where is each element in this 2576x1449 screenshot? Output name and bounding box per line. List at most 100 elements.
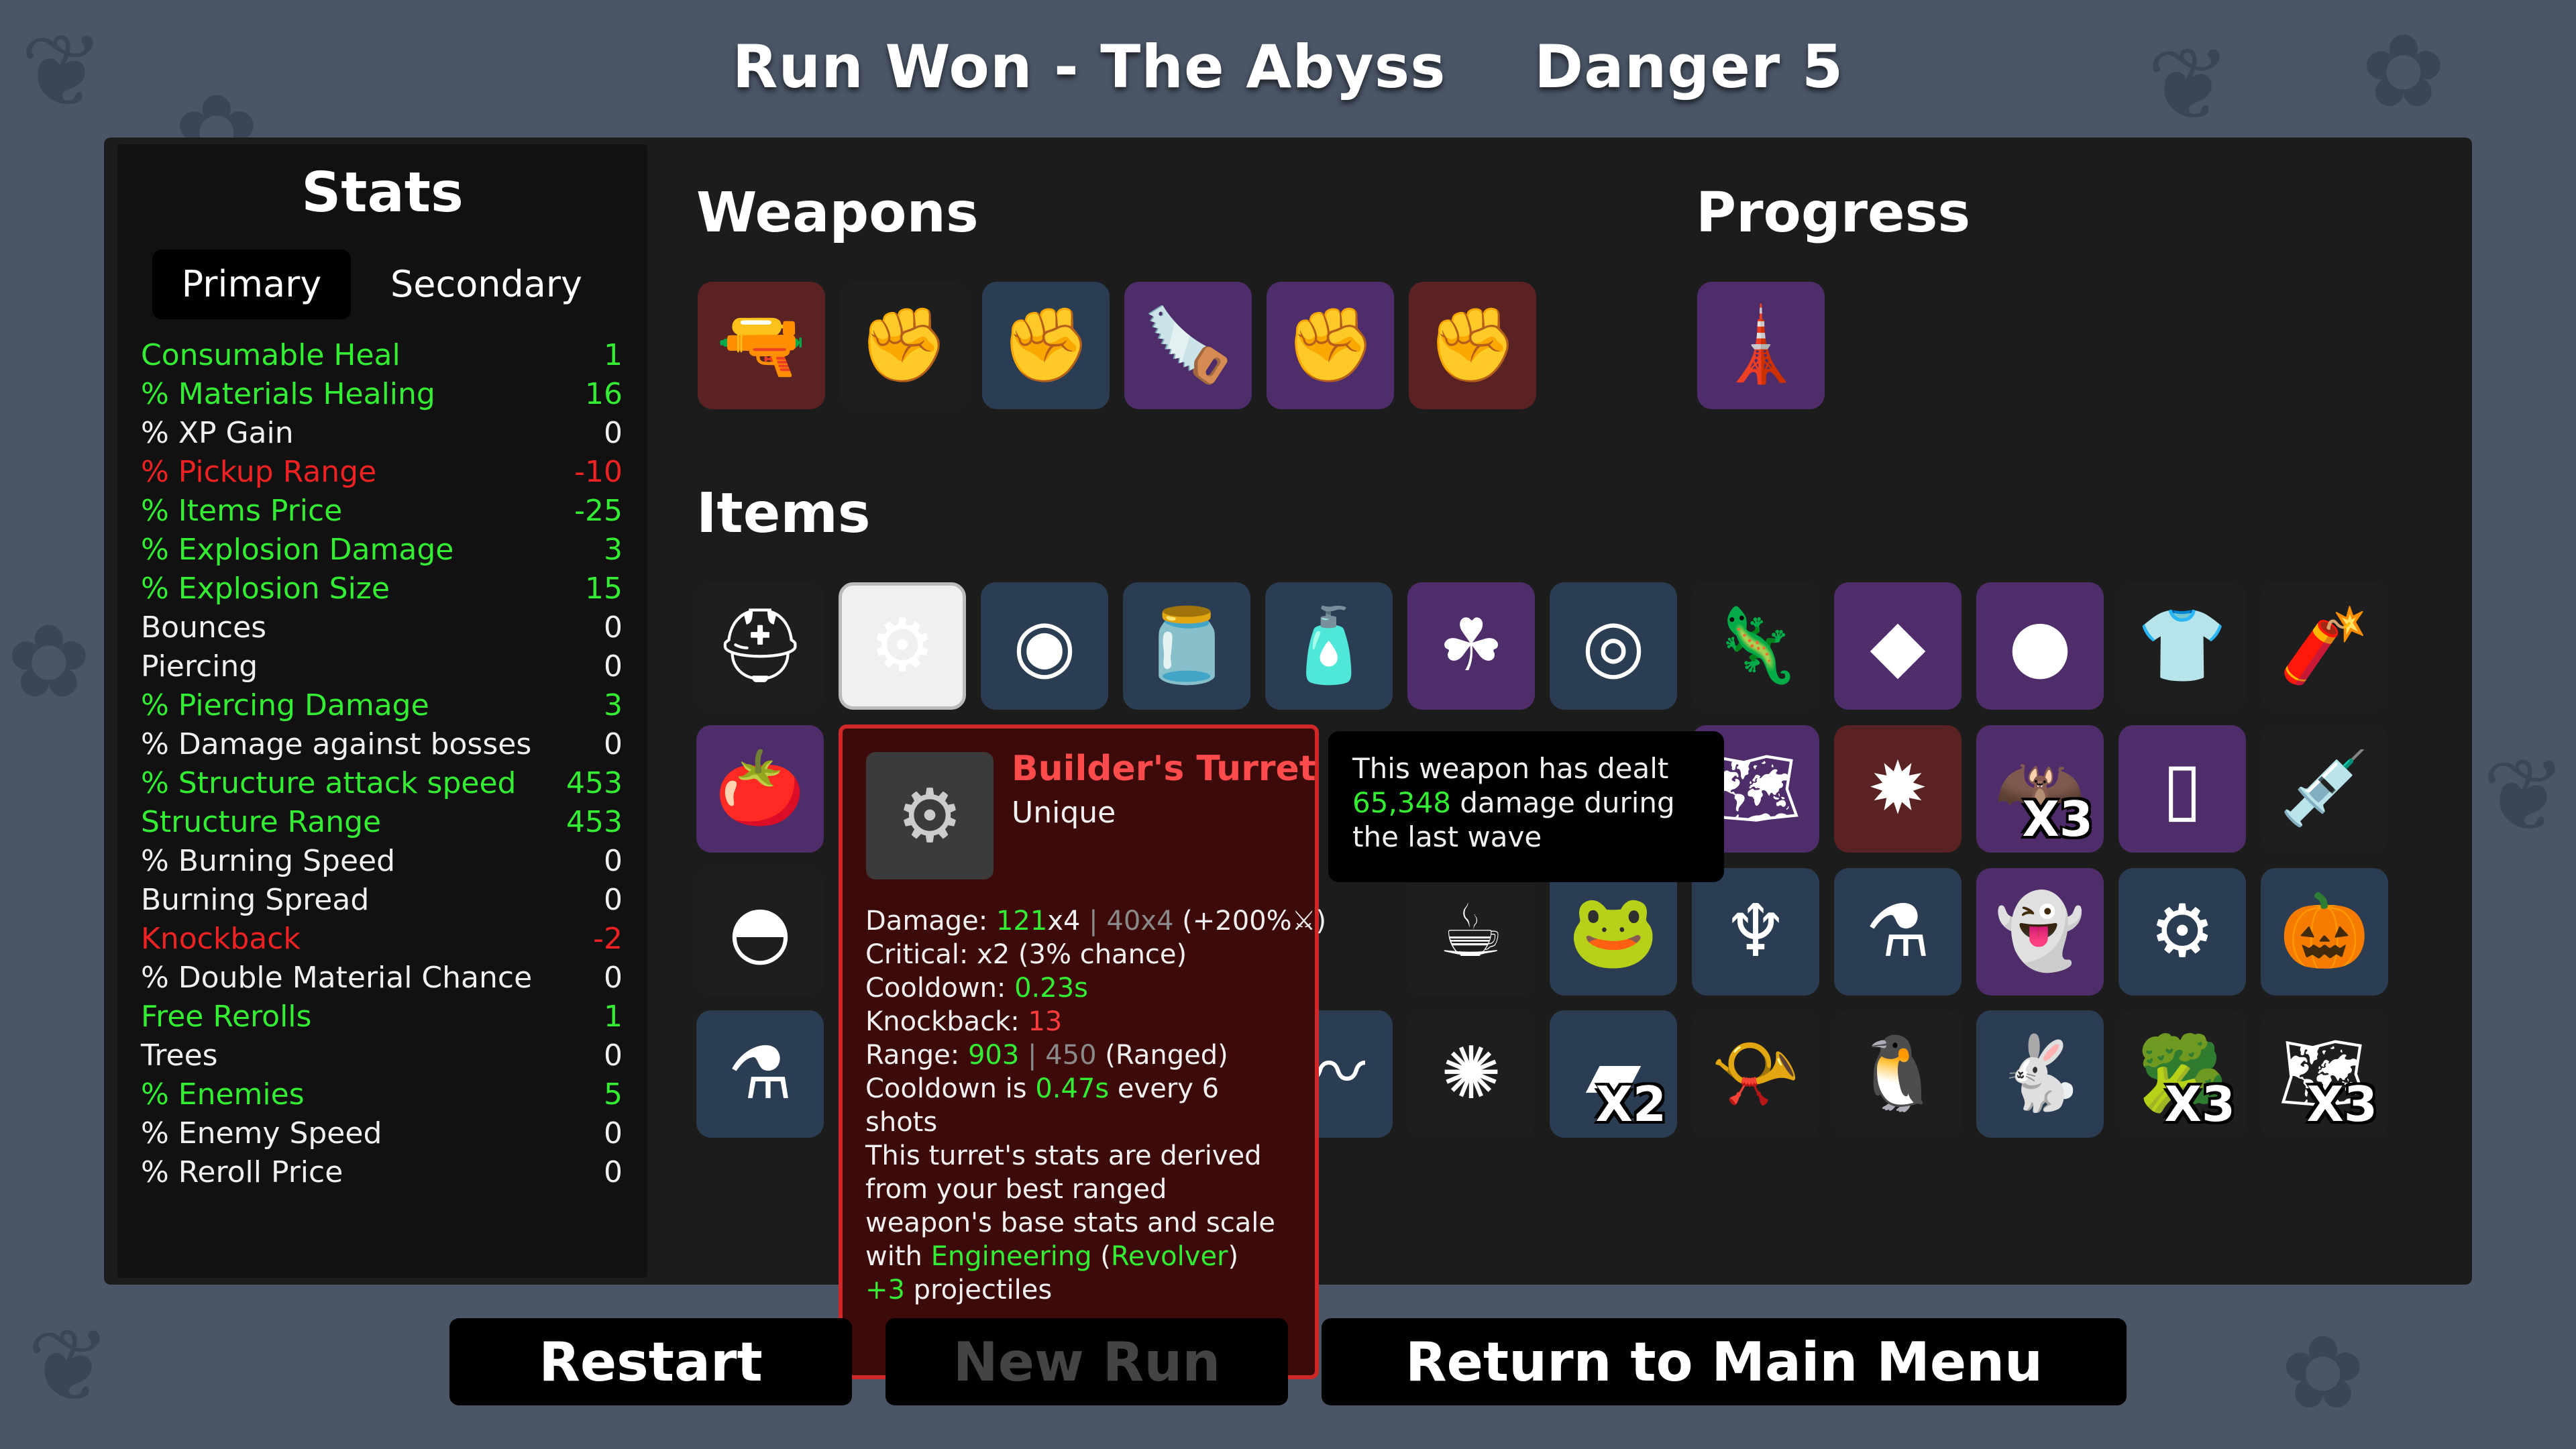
item-slot[interactable]: ⚙ — [2118, 868, 2246, 996]
stat-row[interactable]: Bounces 0 — [141, 608, 623, 647]
tab-primary[interactable]: Primary — [152, 250, 351, 319]
stat-row[interactable]: % Materials Healing 16 — [141, 374, 623, 413]
tomato-icon: 🍅 — [714, 747, 806, 830]
item-slot[interactable]: 🐧 — [1834, 1010, 1962, 1138]
item-slot[interactable]: ☕ — [1407, 868, 1535, 996]
builders-turret-icon: ⚙ — [869, 604, 935, 688]
stat-value: 0 — [604, 1038, 623, 1073]
tooltip-knockback: Knockback: 13 — [865, 1006, 1063, 1037]
item-slot[interactable]: ⛑ — [696, 582, 824, 710]
progress-slot[interactable]: 🗼 — [1697, 282, 1825, 409]
item-slot[interactable]: 🦎 — [1692, 582, 1819, 710]
item-slot[interactable]: 🍅 — [696, 725, 824, 853]
stat-row[interactable]: Free Rerolls 1 — [141, 997, 623, 1036]
syringe-icon: 💉 — [2279, 747, 2370, 830]
item-slot[interactable]: 📯 — [1692, 1010, 1819, 1138]
item-count-badge: X3 — [2164, 1076, 2235, 1132]
stat-label: % Double Material Chance — [141, 960, 533, 995]
stat-row[interactable]: % XP Gain 0 — [141, 413, 623, 452]
stat-label: % Enemies — [141, 1077, 305, 1112]
spore-icon: ✺ — [1440, 1032, 1502, 1116]
coral-icon: ♆ — [1723, 890, 1788, 973]
item-slot[interactable]: 🧨 — [2261, 582, 2388, 710]
item-slot[interactable]: 🫙 — [1123, 582, 1250, 710]
tab-secondary[interactable]: Secondary — [362, 250, 610, 319]
stat-label: Free Rerolls — [141, 999, 312, 1034]
item-slot[interactable]: ◆ — [1834, 582, 1962, 710]
weapon-slot[interactable]: ✊ — [982, 282, 1110, 409]
stat-value: 0 — [604, 649, 623, 684]
stat-value: 0 — [604, 415, 623, 450]
item-slot[interactable]: ◓ — [696, 868, 824, 996]
stat-row[interactable]: % Structure attack speed 453 — [141, 763, 623, 802]
stat-row[interactable]: % Burning Speed 0 — [141, 841, 623, 880]
item-slot[interactable]: ☘ — [1407, 582, 1535, 710]
tooltip-cooldown-note-2: shots — [865, 1107, 938, 1138]
item-slot[interactable]: 🦇 X3 — [1976, 725, 2104, 853]
item-slot[interactable]: ⚗ — [696, 1010, 824, 1138]
weapon-slot[interactable]: ✊ — [1409, 282, 1536, 409]
penguin-icon: 🐧 — [1852, 1032, 1943, 1116]
stat-row[interactable]: Piercing 0 — [141, 647, 623, 686]
item-slot[interactable]: ▯ — [2118, 725, 2246, 853]
item-count-badge: X2 — [1595, 1076, 1666, 1132]
stat-row[interactable]: Consumable Heal 1 — [141, 335, 623, 374]
stat-row[interactable]: Burning Spread 0 — [141, 880, 623, 919]
frog-icon: 🐸 — [1568, 890, 1659, 973]
star-gear-icon: ✹ — [1867, 747, 1929, 830]
return-to-main-menu-button[interactable]: Return to Main Menu — [1322, 1318, 2127, 1405]
weapon-slot[interactable]: ✊ — [1267, 282, 1394, 409]
stat-row[interactable]: % Piercing Damage 3 — [141, 686, 623, 724]
restart-button[interactable]: Restart — [449, 1318, 852, 1405]
stat-row[interactable]: Structure Range 453 — [141, 802, 623, 841]
stat-value: 5 — [604, 1077, 623, 1112]
item-slot[interactable]: ● — [1976, 582, 2104, 710]
stat-row[interactable]: Trees 0 — [141, 1036, 623, 1075]
items-title: Items — [696, 482, 871, 545]
stat-row[interactable]: % Explosion Damage 3 — [141, 530, 623, 569]
item-slot[interactable]: ✹ — [1834, 725, 1962, 853]
stat-value: 0 — [604, 960, 623, 995]
item-slot[interactable]: 👻 — [1976, 868, 2104, 996]
weapon-slot[interactable]: 🔫 — [698, 282, 825, 409]
stat-value: 453 — [566, 804, 623, 839]
item-slot[interactable]: 🎃 — [2261, 868, 2388, 996]
item-slot[interactable]: ◎ — [1550, 582, 1677, 710]
stat-value: -10 — [574, 454, 623, 489]
cog-icon: ⚙ — [2149, 890, 2215, 973]
stat-row[interactable]: % Items Price -25 — [141, 491, 623, 530]
stat-row[interactable]: % Enemy Speed 0 — [141, 1114, 623, 1152]
stat-row[interactable]: % Pickup Range -10 — [141, 452, 623, 491]
item-slot[interactable]: 🧴 — [1265, 582, 1393, 710]
item-slot[interactable]: ✺ — [1407, 1010, 1535, 1138]
stat-row[interactable]: % Reroll Price 0 — [141, 1152, 623, 1191]
mirror-icon: ▯ — [2162, 747, 2202, 830]
lizard-icon: 🦎 — [1710, 604, 1801, 688]
stat-row[interactable]: % Enemies 5 — [141, 1075, 623, 1114]
weapon-slot[interactable]: 🪚 — [1124, 282, 1252, 409]
weapon-slot[interactable]: ✊ — [840, 282, 967, 409]
stat-label: % Structure attack speed — [141, 765, 517, 800]
item-slot[interactable]: 🥦 X3 — [2118, 1010, 2246, 1138]
item-slot[interactable]: 🐸 — [1550, 868, 1677, 996]
stat-row[interactable]: % Damage against bosses 0 — [141, 724, 623, 763]
stat-row[interactable]: Knockback -2 — [141, 919, 623, 958]
item-slot[interactable]: 🗺 X3 — [2261, 1010, 2388, 1138]
item-slot[interactable]: 👕 — [2118, 582, 2246, 710]
item-slot[interactable]: ◉ — [981, 582, 1108, 710]
item-slot[interactable]: 💉 — [2261, 725, 2388, 853]
new-run-button[interactable]: New Run — [885, 1318, 1288, 1405]
stat-row[interactable]: % Explosion Size 15 — [141, 569, 623, 608]
whistle-icon: 📯 — [1710, 1032, 1801, 1116]
item-slot[interactable]: ▰ X2 — [1550, 1010, 1677, 1138]
item-slot[interactable]: ⚗ — [1834, 868, 1962, 996]
item-slot[interactable]: 🐇 — [1976, 1010, 2104, 1138]
stat-row[interactable]: % Double Material Chance 0 — [141, 958, 623, 997]
item-slot[interactable]: ♆ — [1692, 868, 1819, 996]
item-slot[interactable]: ⚙ — [839, 582, 966, 710]
tooltip-critical: Critical: x2 (3% chance) — [865, 939, 1187, 970]
stats-title: Stats — [301, 161, 464, 225]
tooltip-cooldown: Cooldown: 0.23s — [865, 973, 1089, 1004]
mug-icon: ☕ — [1438, 890, 1504, 973]
stat-label: % Materials Healing — [141, 376, 435, 411]
